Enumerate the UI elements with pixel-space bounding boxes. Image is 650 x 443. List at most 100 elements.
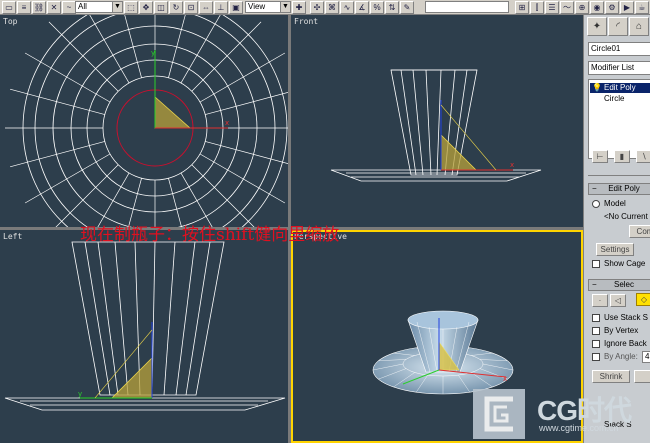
bind-icon[interactable]: ~ [62,1,76,14]
by-angle-checkbox[interactable]: By Angle: [592,352,638,362]
checkbox-icon [592,339,600,348]
checkbox-label: By Vertex [604,326,639,335]
pin-stack-icon[interactable]: ⊢ [592,150,608,163]
mirror-tool-icon[interactable]: ⊞ [515,1,529,14]
make-unique-icon[interactable]: ∖ [636,150,650,163]
viewport-label-top[interactable]: Top [3,17,17,26]
wire-spoke [191,21,262,92]
watermark-url: www.cgtime.com.cn [539,423,619,433]
select-region-icon[interactable]: ⬚ [124,1,138,14]
modify-tab-icon[interactable]: ◜ [608,17,628,36]
shrink-button[interactable]: Shrink [592,370,630,383]
pivot-center-icon[interactable]: ✚ [292,1,306,14]
by-angle-value-field[interactable]: 4 [642,351,650,363]
command-panel: ✦ ◜ ⌂ Circle01 Modifier List 💡 Edit Poly… [583,15,650,443]
render-last-icon[interactable]: ☕ [635,1,649,14]
link-icon[interactable]: ⛓ [32,1,46,14]
modifier-stack: 💡 Edit Poly Circle [588,79,650,159]
rollout-title: Edit Poly [608,184,640,193]
scale-icon[interactable]: ▣ [229,1,243,14]
wire-spoke [89,15,130,84]
spinner-snap-icon[interactable]: ⇅ [385,1,399,14]
mode-model-radio[interactable]: Model [592,199,626,209]
quick-render-icon[interactable]: ▶ [620,1,634,14]
unlink-icon[interactable]: ✕ [47,1,61,14]
select-object-icon[interactable]: ▭ [2,1,16,14]
align-icon[interactable]: ⊥ [214,1,228,14]
no-current-label: <No Current [604,212,648,221]
vertex-mode-icon[interactable]: · [592,294,608,307]
by-vertex-checkbox[interactable]: By Vertex [592,326,638,336]
stack-item-edit-poly[interactable]: 💡 Edit Poly [590,83,650,93]
percent-snap-icon[interactable]: % [370,1,384,14]
reference-coord-dropdown[interactable]: View ▼ [245,1,291,13]
viewport-top[interactable]: y x Top [0,15,288,227]
edit-poly-rollout-header[interactable]: − Edit Poly [588,183,650,195]
align-tool-icon[interactable]: ⫿ [530,1,544,14]
angle-snap-icon[interactable]: ∡ [355,1,369,14]
panel-divider [588,175,650,176]
keyboard-shortcut-icon[interactable]: ⌘ [325,1,339,14]
top-view-wireframe: y x [5,15,288,227]
stack-item-label: Edit Poly [604,83,636,92]
named-selection-set-field[interactable] [425,1,509,13]
radio-icon [592,199,600,208]
chevron-down-icon: ▼ [280,2,290,12]
checkbox-label: By Angle: [604,352,638,361]
select-move-icon[interactable]: ✥ [139,1,153,14]
select-manipulate-icon[interactable]: ✣ [310,1,324,14]
window-crossing-icon[interactable]: ◫ [154,1,168,14]
wire-spoke [55,164,119,227]
tutorial-caption: 现在制瓶子：按住shift健向里缩放 [80,225,340,245]
wire-spoke [24,52,111,103]
schematic-view-icon[interactable]: ⊕ [575,1,589,14]
settings-button[interactable]: Settings [596,243,634,256]
snap-toggle-icon[interactable]: ∿ [340,1,354,14]
viewport-label-front[interactable]: Front [294,17,318,26]
ignore-backfacing-checkbox[interactable]: Ignore Back [592,339,647,349]
modifier-list-dropdown[interactable]: Modifier List [588,61,650,75]
hierarchy-tab-icon[interactable]: ⌂ [629,17,649,36]
use-stack-selection-checkbox[interactable]: Use Stack S [592,313,648,323]
object-name-field[interactable]: Circle01 [588,42,650,56]
reference-coord-value: View [248,2,266,11]
selection-rollout-header[interactable]: − Selec [588,279,650,291]
layer-manager-icon[interactable]: ☰ [545,1,559,14]
stack-item-label: Circle [604,94,625,103]
curve-editor-icon[interactable]: 〜 [560,1,574,14]
grow-button[interactable] [634,370,650,383]
polygon-mode-icon[interactable]: ◇ [636,293,650,306]
show-end-result-icon[interactable]: ▮ [614,150,630,163]
select-rotate-icon[interactable]: ↻ [169,1,183,14]
wire-spoke [180,15,221,84]
mirror-icon[interactable]: ⇔ [199,1,213,14]
radio-label: Model [604,199,626,208]
show-cage-checkbox[interactable]: Show Cage [592,259,645,269]
svg-text:x: x [510,161,514,169]
main-toolbar: ▭ ≡ ⛓ ✕ ~ All ▼ ⬚ ✥ ◫ ↻ ⊡ ⇔ ⊥ ▣ View ▼ ✚… [0,0,650,15]
checkbox-icon [592,326,600,335]
viewport-left[interactable]: y Left [0,230,288,443]
viewport-front[interactable]: x Front [291,15,583,227]
edge-mode-icon[interactable]: ◁ [610,294,626,307]
cgtime-logo [473,389,525,439]
wire-spoke [97,172,130,227]
viewport-label-left[interactable]: Left [3,232,22,241]
select-by-name-icon[interactable]: ≡ [17,1,31,14]
cgtime-watermark: CG时代 www.cgtime.com.cn [473,383,650,443]
wire-spoke [168,15,186,78]
commit-button[interactable]: Com [629,225,650,238]
select-scale-icon[interactable]: ⊡ [184,1,198,14]
create-tab-icon[interactable]: ✦ [587,17,607,36]
wire-spoke [48,21,119,92]
stack-item-circle[interactable]: Circle [590,94,650,104]
material-editor-icon[interactable]: ◉ [590,1,604,14]
front-view-wireframe: x [330,69,542,182]
edit-named-selections-icon[interactable]: ✎ [400,1,414,14]
lightbulb-icon[interactable]: 💡 [592,83,602,93]
svg-text:y: y [78,390,82,398]
svg-text:y: y [151,49,155,57]
selection-filter-dropdown[interactable]: All ▼ [75,1,123,13]
checkbox-icon [592,352,600,361]
render-setup-icon[interactable]: ⚙ [605,1,619,14]
